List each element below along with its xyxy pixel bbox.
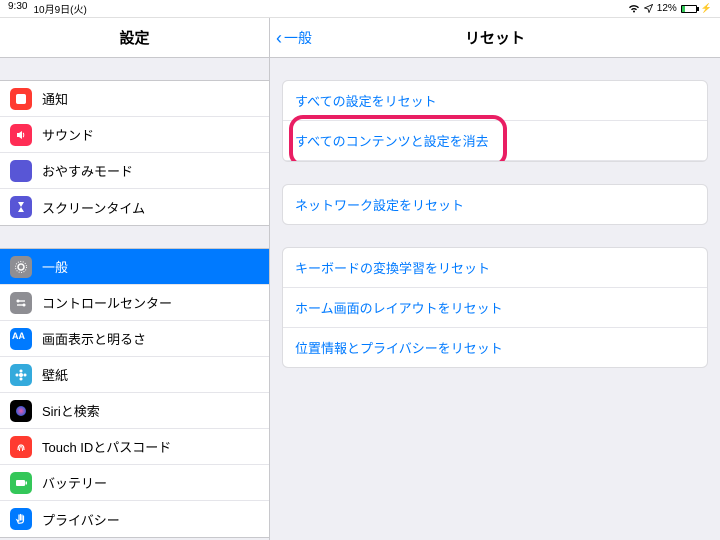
- sidebar-item-siri[interactable]: Siriと検索: [0, 393, 269, 429]
- location-icon: [644, 4, 653, 13]
- sidebar-item-gear[interactable]: 一般: [0, 249, 269, 285]
- sidebar-item-label: プライバシー: [42, 510, 259, 529]
- hand-icon: [10, 508, 32, 530]
- battery-icon: [681, 5, 697, 13]
- detail-title: リセット: [465, 27, 525, 48]
- svg-text:AA: AA: [12, 331, 25, 341]
- sidebar-item-moon[interactable]: おやすみモード: [0, 153, 269, 189]
- settings-sidebar: 設定 通知サウンドおやすみモードスクリーンタイム一般コントロールセンター AA 画面…: [0, 18, 270, 540]
- sidebar-item-label: 画面表示と明るさ: [42, 329, 259, 348]
- reset-option[interactable]: 位置情報とプライバシーをリセット: [283, 328, 707, 367]
- flower-icon: [10, 364, 32, 386]
- back-label: 一般: [284, 28, 312, 48]
- sidebar-item-label: サウンド: [42, 125, 259, 144]
- gear-icon: [10, 256, 32, 278]
- sidebar-item-label: 通知: [42, 89, 259, 108]
- aa-icon: AA: [10, 328, 32, 350]
- sidebar-title: 設定: [0, 18, 269, 58]
- sidebar-item-battery[interactable]: バッテリー: [0, 465, 269, 501]
- reset-option[interactable]: キーボードの変換学習をリセット: [283, 248, 707, 288]
- moon-icon: [10, 160, 32, 182]
- reset-option[interactable]: すべてのコンテンツと設定を消去: [283, 121, 707, 161]
- sidebar-item-hourglass[interactable]: スクリーンタイム: [0, 189, 269, 225]
- sidebar-item-label: Siriと検索: [42, 401, 259, 420]
- sound-icon: [10, 124, 32, 146]
- sidebar-item-label: バッテリー: [42, 473, 259, 492]
- charging-icon: ⚡: [701, 3, 712, 14]
- status-bar: 9:30 10月9日(火) 12% ⚡: [0, 0, 720, 18]
- sidebar-item-sound[interactable]: サウンド: [0, 117, 269, 153]
- sidebar-item-label: Touch IDとパスコード: [42, 437, 259, 456]
- sidebar-item-hand[interactable]: プライバシー: [0, 501, 269, 537]
- status-date: 10月9日(火): [33, 1, 86, 16]
- sidebar-item-label: おやすみモード: [42, 161, 259, 180]
- sidebar-item-notify[interactable]: 通知: [0, 81, 269, 117]
- sidebar-item-label: スクリーンタイム: [42, 198, 259, 217]
- siri-icon: [10, 400, 32, 422]
- notify-icon: [10, 88, 32, 110]
- back-button[interactable]: ‹ 一般: [276, 28, 312, 48]
- switches-icon: [10, 292, 32, 314]
- reset-option[interactable]: ネットワーク設定をリセット: [283, 185, 707, 224]
- chevron-left-icon: ‹: [276, 29, 282, 47]
- touchid-icon: [10, 436, 32, 458]
- hourglass-icon: [10, 196, 32, 218]
- wifi-icon: [628, 4, 640, 13]
- sidebar-item-label: 一般: [42, 257, 259, 276]
- reset-option[interactable]: すべての設定をリセット: [283, 81, 707, 121]
- reset-option[interactable]: ホーム画面のレイアウトをリセット: [283, 288, 707, 328]
- detail-pane: ‹ 一般 リセット すべての設定をリセットすべてのコンテンツと設定を消去ネットワ…: [270, 18, 720, 540]
- sidebar-item-touchid[interactable]: Touch IDとパスコード: [0, 429, 269, 465]
- sidebar-item-label: コントロールセンター: [42, 293, 259, 312]
- status-time: 9:30: [8, 1, 27, 16]
- sidebar-item-flower[interactable]: 壁紙: [0, 357, 269, 393]
- sidebar-item-aa[interactable]: AA 画面表示と明るさ: [0, 321, 269, 357]
- sidebar-item-switches[interactable]: コントロールセンター: [0, 285, 269, 321]
- battery-percent: 12%: [657, 3, 677, 14]
- battery-icon: [10, 472, 32, 494]
- sidebar-item-label: 壁紙: [42, 365, 259, 384]
